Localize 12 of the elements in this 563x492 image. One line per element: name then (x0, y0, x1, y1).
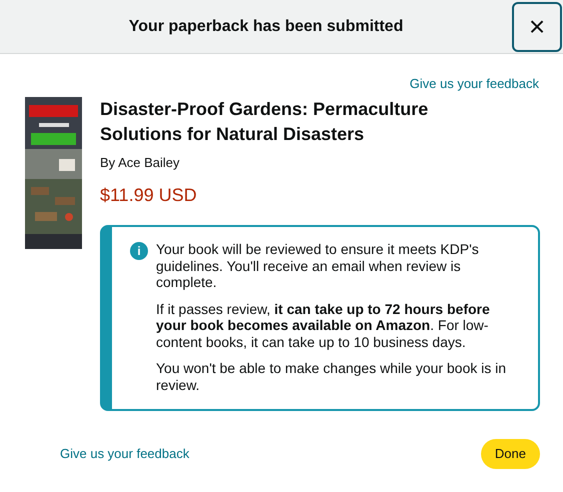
info-icon: i (130, 242, 148, 260)
done-button[interactable]: Done (480, 439, 540, 469)
book-price: $11.99 USD (100, 184, 198, 207)
book-author: By Ace Bailey (100, 154, 180, 172)
notice-text: You won't be able to make changes while your book is in review. (156, 360, 508, 393)
notice-text: If it passes review, it can take up to 72 hours before your book becomes available on Amazon. For low-content books, it can take up to 10 business days. (156, 300, 491, 350)
feedback-link[interactable]: Give us your feedback (60, 444, 190, 464)
feedback-link[interactable]: Give us your feedback (410, 74, 539, 94)
notice-text: Your book will be reviewed to ensure it meets KDP's guidelines. You'll receive an email when review is complete. (156, 241, 480, 290)
dialog-title: Your paperback has been submitted (128, 16, 404, 36)
close-button[interactable]: × (512, 2, 562, 52)
book-title: Disaster-Proof Gardens: Permaculture Solutions for Natural Disasters (100, 98, 430, 146)
